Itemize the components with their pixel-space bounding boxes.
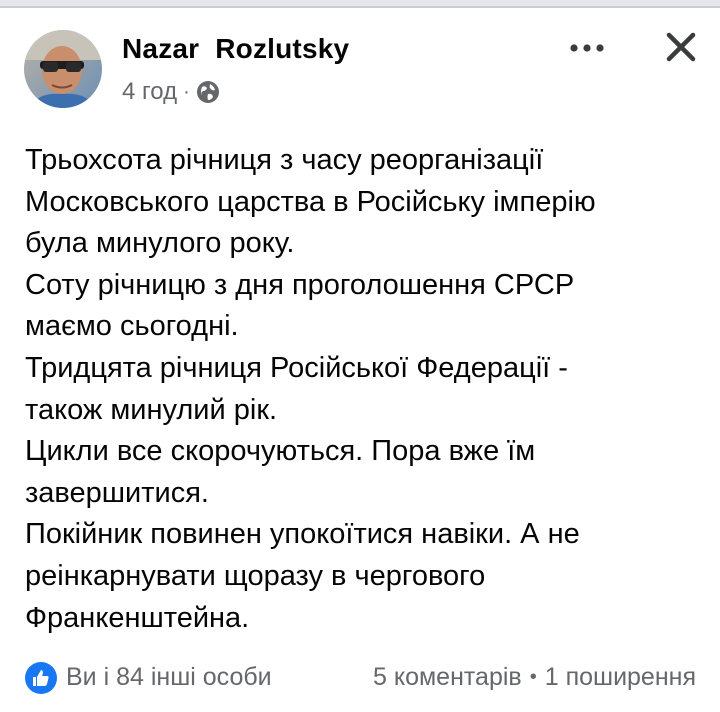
- shares-count[interactable]: 1 поширення: [545, 663, 696, 692]
- post-header: Nazar Rozlutsky 4 год ·: [0, 0, 720, 120]
- reactions-summary[interactable]: Ви і 84 інші особи: [66, 663, 272, 692]
- more-options-button[interactable]: [566, 32, 608, 64]
- close-button[interactable]: [660, 26, 702, 68]
- comments-count[interactable]: 5 коментарів: [373, 663, 522, 692]
- avatar[interactable]: [24, 30, 102, 108]
- post-text-line: Франкенштейна.: [25, 601, 250, 634]
- post-footer: Ви і 84 інші особи 5 коментарів • 1 поши…: [0, 652, 720, 702]
- engagement-summary: 5 коментарів • 1 поширення: [373, 663, 696, 692]
- post-time[interactable]: 4 год: [122, 78, 177, 106]
- post-text-line: Цикли все скорочуються. Пора вже їм: [25, 435, 536, 468]
- post-text-line: Трьохсота річниця з часу реорганізації: [25, 144, 544, 176]
- post-text-line: маємо сьогодні.: [25, 310, 239, 343]
- post-text-line: була минулого року.: [25, 227, 295, 260]
- globe-icon[interactable]: [196, 80, 220, 104]
- author-name[interactable]: Nazar Rozlutsky: [122, 33, 349, 65]
- post-text-line: завершитися.: [25, 476, 209, 509]
- post-text-line: Соту річницю з дня проголошення СРСР: [25, 268, 575, 301]
- post-text-line: Покійник повинен упокоїтися навіки. А не: [25, 518, 580, 551]
- meta-separator: ·: [183, 80, 190, 103]
- like-reaction-badge[interactable]: [25, 662, 57, 694]
- avatar-photo: [24, 30, 102, 108]
- post-body: Трьохсота річниця з часу реорганізації М…: [25, 140, 705, 639]
- close-icon: [666, 32, 696, 62]
- post-meta: 4 год ·: [122, 78, 220, 106]
- post-text-line: Московського царства в Російську імперію: [25, 185, 596, 218]
- engagement-separator: •: [529, 666, 537, 688]
- thumbs-up-icon: [33, 670, 49, 686]
- post-text-line: реінкарнувати щоразу в чергового: [25, 559, 486, 592]
- post-text-line: також минулий рік.: [25, 393, 278, 426]
- more-horizontal-icon: [570, 44, 604, 52]
- post-text-line: Тридцята річниця Російської Федерації -: [25, 351, 568, 384]
